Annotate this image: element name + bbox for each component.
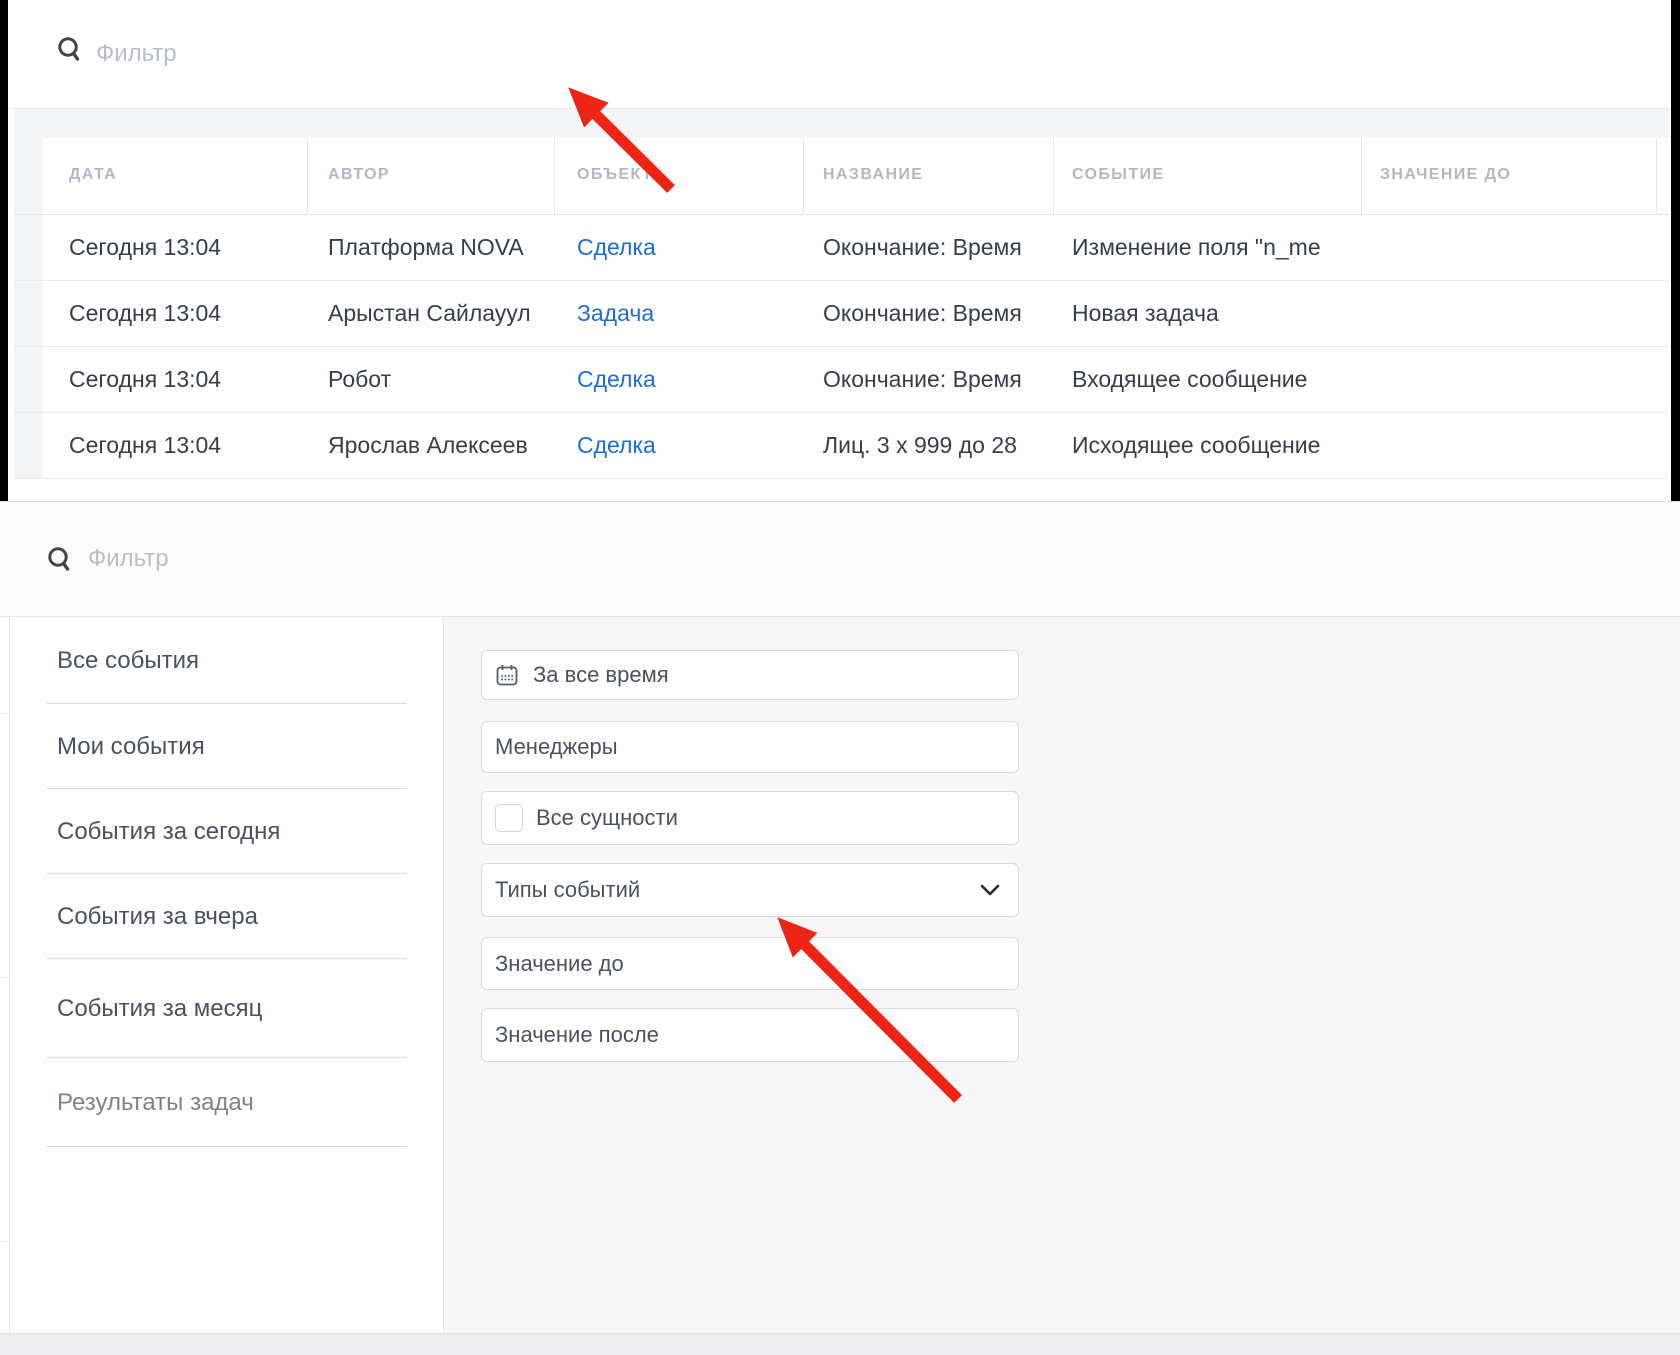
- cell-author: Арыстан Сайлауул: [328, 280, 535, 346]
- screen-edge-left: [0, 0, 8, 501]
- events-table-footer-space: [14, 478, 1670, 501]
- background-page-sliver: [0, 617, 10, 1333]
- sidebar-item-task-results[interactable]: Результаты задач: [10, 1058, 443, 1147]
- cell-event: Изменение поля "n_me: [1072, 214, 1362, 280]
- cell-date: Сегодня 13:04: [69, 412, 299, 478]
- table-row[interactable]: Сегодня 13:04 Арыстан Сайлауул Задача Ок…: [14, 280, 1670, 346]
- table-row[interactable]: Сегодня 13:04 Платформа NOVA Сделка Окон…: [14, 214, 1670, 280]
- managers-field-placeholder: Менеджеры: [495, 734, 618, 760]
- column-header-object[interactable]: ОБЪЕКТ: [577, 160, 653, 190]
- all-entities-label: Все сущности: [536, 805, 678, 831]
- cell-author: Платформа NOVA: [328, 214, 535, 280]
- column-divider: [554, 138, 555, 214]
- all-entities-checkbox[interactable]: [495, 804, 523, 832]
- sidebar-item-my-events[interactable]: Мои события: [10, 704, 443, 789]
- managers-field[interactable]: Менеджеры: [481, 721, 1019, 773]
- events-log-page: Фильтр ДАТА АВТОР ОБЪЕКТ НАЗВАНИЕ СОБЫТИ…: [0, 0, 1680, 1355]
- cell-object-link[interactable]: Сделка: [577, 214, 777, 280]
- cell-name: Окончание: Время: [823, 280, 1038, 346]
- calendar-icon: [495, 663, 519, 687]
- sidebar-item-events-yesterday[interactable]: События за вчера: [10, 874, 443, 959]
- table-row[interactable]: Сегодня 13:04 Робот Сделка Окончание: Вр…: [14, 346, 1670, 412]
- cell-name: Лиц. 3 х 999 до 28: [823, 412, 1038, 478]
- column-header-value-before[interactable]: ЗНАЧЕНИЕ ДО: [1380, 160, 1511, 190]
- filter-search-bar-expanded[interactable]: Фильтр: [0, 502, 1680, 617]
- event-types-label: Типы событий: [495, 877, 640, 903]
- search-icon: [56, 36, 84, 64]
- column-header-name[interactable]: НАЗВАНИЕ: [823, 160, 923, 190]
- value-before-placeholder: Значение до: [495, 951, 624, 977]
- cell-name: Окончание: Время: [823, 214, 1038, 280]
- column-divider: [803, 138, 804, 214]
- column-divider: [1361, 138, 1362, 214]
- cell-object-link[interactable]: Сделка: [577, 346, 777, 412]
- cell-author: Робот: [328, 346, 535, 412]
- value-before-field[interactable]: Значение до: [481, 937, 1019, 990]
- cell-event: Новая задача: [1072, 280, 1362, 346]
- cell-date: Сегодня 13:04: [69, 346, 299, 412]
- period-field[interactable]: За все время: [481, 650, 1019, 700]
- column-divider: [1053, 138, 1054, 214]
- value-after-field[interactable]: Значение после: [481, 1008, 1019, 1062]
- filter-presets-sidebar: Все события Мои события События за сегод…: [10, 617, 443, 1333]
- cell-name: Окончание: Время: [823, 346, 1038, 412]
- row-divider: [14, 478, 1670, 479]
- search-icon: [46, 546, 74, 574]
- column-header-date[interactable]: ДАТА: [69, 160, 117, 190]
- cell-date: Сегодня 13:04: [69, 280, 299, 346]
- cell-object-link[interactable]: Сделка: [577, 412, 777, 478]
- filter-search-placeholder: Фильтр: [88, 502, 169, 616]
- cell-object-link[interactable]: Задача: [577, 280, 777, 346]
- bottom-page-band: [0, 1333, 1680, 1355]
- column-header-author[interactable]: АВТОР: [328, 160, 390, 190]
- column-divider: [307, 138, 308, 214]
- event-types-dropdown[interactable]: Типы событий: [481, 863, 1019, 917]
- filter-search-placeholder: Фильтр: [96, 0, 177, 108]
- sidebar-item-events-today[interactable]: События за сегодня: [10, 789, 443, 874]
- column-divider: [1656, 138, 1657, 214]
- all-entities-field[interactable]: Все сущности: [481, 791, 1019, 845]
- chevron-down-icon: [978, 878, 1002, 902]
- value-after-placeholder: Значение после: [495, 1022, 659, 1048]
- sidebar-item-events-month[interactable]: События за месяц: [10, 959, 443, 1058]
- cell-event: Исходящее сообщение: [1072, 412, 1362, 478]
- table-row[interactable]: Сегодня 13:04 Ярослав Алексеев Сделка Ли…: [14, 412, 1670, 478]
- period-field-label: За все время: [533, 662, 669, 688]
- cell-date: Сегодня 13:04: [69, 214, 299, 280]
- filter-search-bar[interactable]: Фильтр: [8, 0, 1671, 109]
- column-header-event[interactable]: СОБЫТИЕ: [1072, 160, 1165, 190]
- cell-author: Ярослав Алексеев: [328, 412, 535, 478]
- cell-event: Входящее сообщение: [1072, 346, 1362, 412]
- screen-edge-right: [1671, 0, 1680, 501]
- sidebar-item-all-events[interactable]: Все события: [10, 617, 443, 704]
